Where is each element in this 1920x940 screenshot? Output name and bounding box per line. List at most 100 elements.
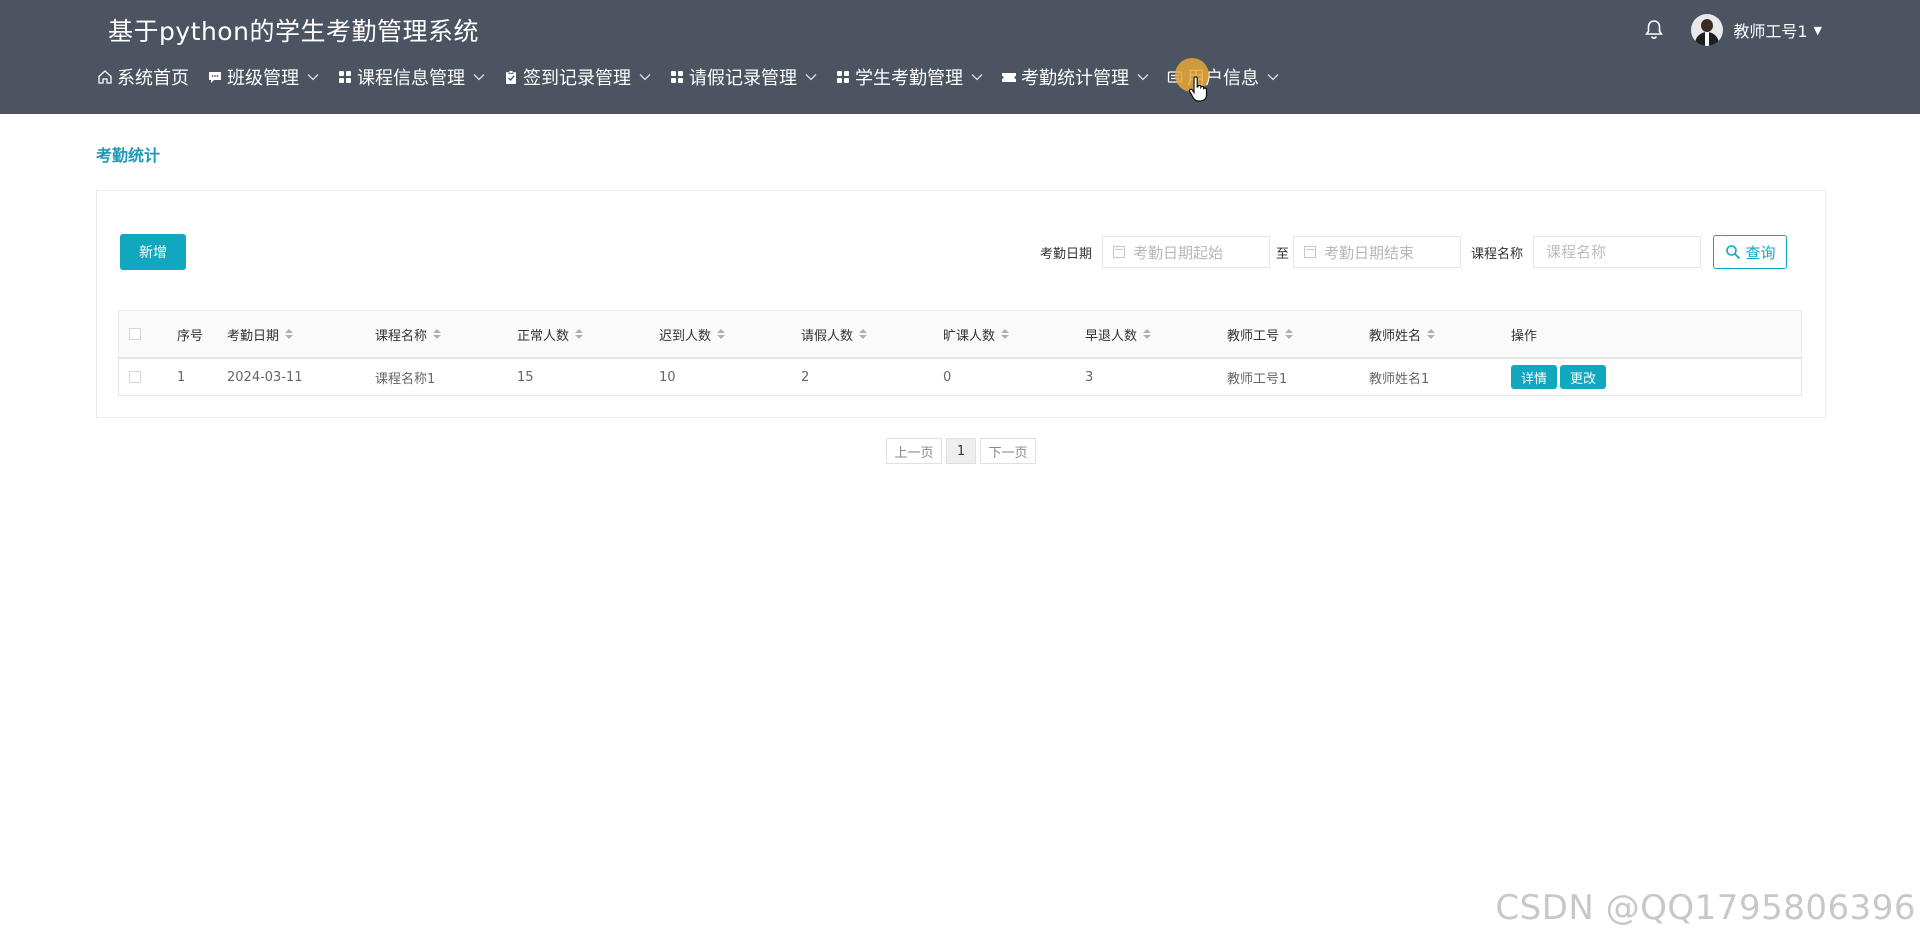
select-all-checkbox[interactable] [129, 328, 141, 340]
search-bar: 考勤日期 考勤日期起始 至 考勤日期结束 课程名称 查询 [1040, 234, 1788, 270]
sort-icon[interactable] [1143, 329, 1152, 339]
nav-label: 系统首页 [117, 68, 189, 89]
date-start-input[interactable]: 考勤日期起始 [1102, 236, 1271, 268]
nav-item-statistics[interactable]: 考勤统计管理 [1001, 64, 1149, 90]
next-page-button[interactable]: 下一页 [980, 438, 1036, 464]
col-header-label: 早退人数 [1085, 328, 1138, 344]
sort-icon[interactable] [1001, 329, 1010, 339]
cell-late: 10 [659, 369, 676, 385]
col-header-actions: 操作 [1511, 328, 1538, 344]
col-header-label: 课程名称 [375, 328, 428, 344]
query-label: 查询 [1745, 243, 1776, 262]
top-header: 基于python的学生考勤管理系统 教师工号1 ▼ 系统首页 班级管理 课程信息… [0, 0, 1920, 114]
col-header-index: 序号 [177, 328, 204, 344]
col-header-normal[interactable]: 正常人数 [517, 325, 659, 344]
nav-item-signin[interactable]: 签到记录管理 [503, 64, 651, 90]
calendar-icon [1113, 246, 1126, 258]
sort-icon[interactable] [433, 329, 442, 339]
col-header-teacher-id[interactable]: 教师工号 [1227, 325, 1369, 344]
date-label: 考勤日期 [1040, 246, 1093, 262]
col-header-teacher-name[interactable]: 教师姓名 [1369, 325, 1511, 344]
chevron-down-icon [971, 71, 983, 83]
nav-item-student-attendance[interactable]: 学生考勤管理 [835, 64, 983, 90]
cell-early: 3 [1085, 369, 1094, 385]
sort-icon[interactable] [717, 329, 726, 339]
grid-icon [669, 69, 685, 85]
nav-label: 班级管理 [227, 68, 299, 89]
col-header-leave[interactable]: 请假人数 [801, 325, 943, 344]
home-icon [97, 69, 113, 85]
col-header-late[interactable]: 迟到人数 [659, 325, 801, 344]
grid-icon [337, 69, 353, 85]
col-header-label: 考勤日期 [227, 328, 280, 344]
ticket-icon [1001, 69, 1017, 85]
sort-icon[interactable] [285, 329, 294, 339]
cell-date: 2024-03-11 [227, 369, 303, 385]
search-icon [1725, 245, 1740, 260]
sort-icon[interactable] [859, 329, 868, 339]
col-header-label: 请假人数 [801, 328, 854, 344]
table-row: 1 2024-03-11 课程名称1 15 10 2 0 3 教师工号1 教师姓… [119, 359, 1801, 395]
nav-item-course[interactable]: 课程信息管理 [337, 64, 485, 90]
cell-teacher-name: 教师姓名1 [1369, 371, 1430, 387]
avatar[interactable] [1691, 14, 1724, 46]
header-user-area: 教师工号1 ▼ [1643, 14, 1822, 46]
pagination: 上一页 1 下一页 [886, 438, 1040, 464]
nav-item-leave[interactable]: 请假记录管理 [669, 64, 817, 90]
statistics-table: 序号 考勤日期 课程名称 正常人数 迟到人数 请假人数 旷课人数 早退人数 教师… [118, 310, 1802, 396]
main-nav: 系统首页 班级管理 课程信息管理 签到记录管理 请假记录管理 学生考勤管理 考勤… [97, 64, 1297, 90]
date-start-placeholder: 考勤日期起始 [1133, 243, 1224, 262]
nav-label: 课程信息管理 [357, 68, 465, 89]
chevron-down-icon [1137, 71, 1149, 83]
nav-label: 考勤统计管理 [1021, 68, 1129, 89]
col-header-early[interactable]: 早退人数 [1085, 325, 1227, 344]
cell-normal: 15 [517, 369, 534, 385]
nav-label: 请假记录管理 [689, 68, 797, 89]
col-header-date[interactable]: 考勤日期 [227, 325, 375, 344]
hand-cursor-icon [1188, 76, 1208, 102]
nav-label: 学生考勤管理 [855, 68, 963, 89]
detail-button[interactable]: 详情 [1511, 365, 1558, 389]
chevron-down-icon [1267, 71, 1279, 83]
chevron-down-icon [805, 71, 817, 83]
col-header-course[interactable]: 课程名称 [375, 325, 517, 344]
sort-icon[interactable] [1285, 329, 1294, 339]
chevron-down-icon [307, 71, 319, 83]
caret-down-icon[interactable]: ▼ [1814, 24, 1822, 37]
edit-button[interactable]: 更改 [1560, 365, 1607, 389]
bell-icon[interactable] [1643, 19, 1665, 41]
query-button[interactable]: 查询 [1713, 235, 1788, 269]
sort-icon[interactable] [575, 329, 584, 339]
prev-page-button[interactable]: 上一页 [886, 438, 942, 464]
chat-icon [207, 69, 223, 85]
sort-icon[interactable] [1427, 329, 1436, 339]
to-label: 至 [1276, 246, 1290, 262]
row-checkbox[interactable] [129, 371, 141, 383]
add-button[interactable]: 新增 [120, 234, 186, 270]
table-header: 序号 考勤日期 课程名称 正常人数 迟到人数 请假人数 旷课人数 早退人数 教师… [119, 311, 1801, 359]
course-name-input[interactable] [1533, 236, 1702, 268]
user-name[interactable]: 教师工号1 [1733, 18, 1807, 42]
cell-teacher-id: 教师工号1 [1227, 371, 1288, 387]
cell-index: 1 [177, 369, 186, 385]
calendar-icon [1304, 246, 1317, 258]
nav-item-class[interactable]: 班级管理 [207, 64, 319, 90]
col-header-label: 教师工号 [1227, 328, 1280, 344]
app-title: 基于python的学生考勤管理系统 [108, 17, 479, 46]
cell-course: 课程名称1 [375, 371, 436, 387]
nav-item-home[interactable]: 系统首页 [97, 64, 189, 90]
course-label: 课程名称 [1471, 246, 1524, 262]
watermark: CSDN @QQ1795806396 [1495, 888, 1916, 928]
chevron-down-icon [639, 71, 651, 83]
date-end-input[interactable]: 考勤日期结束 [1293, 236, 1462, 268]
cell-actions: 详情 更改 [1511, 365, 1661, 389]
grid-icon [835, 69, 851, 85]
cell-absent: 0 [943, 369, 952, 385]
col-header-label: 正常人数 [517, 328, 570, 344]
cell-leave: 2 [801, 369, 810, 385]
page-number-button[interactable]: 1 [946, 438, 976, 464]
col-header-label: 教师姓名 [1369, 328, 1422, 344]
clipboard-icon [503, 69, 519, 85]
nav-label: 签到记录管理 [523, 68, 631, 89]
col-header-absent[interactable]: 旷课人数 [943, 325, 1085, 344]
